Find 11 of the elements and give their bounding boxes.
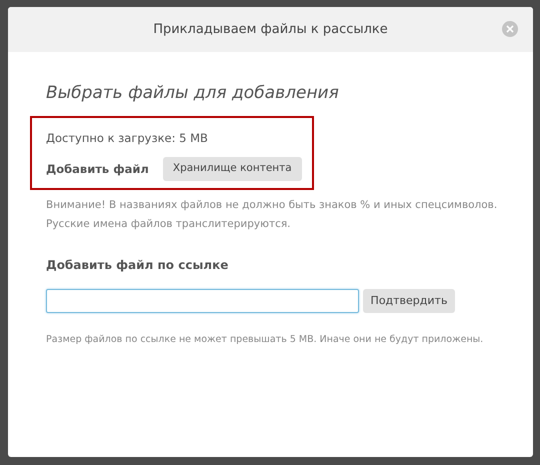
section-heading: Выбрать файлы для добавления <box>45 82 340 104</box>
warning-text: Внимание! В названиях файлов не должно быть знаков % и иных спецсимволов. Русские имена файлов транслитерируются. <box>45 198 498 232</box>
dialog-title: Прикладываем файлы к рассылке <box>153 20 388 39</box>
confirm-button[interactable]: Подтвердить <box>363 289 455 314</box>
add-file-label: Добавить файл <box>46 160 149 178</box>
content-storage-button[interactable]: Хранилище контента <box>162 157 302 182</box>
size-note-text: Размер файлов по ссылке не может превышать 5 MB. Иначе они не будут приложены. <box>45 333 484 348</box>
section-heading: Добавить файл по ссылке <box>45 257 230 274</box>
close-icon[interactable] <box>502 21 518 37</box>
upload-limit-text: Доступно к загрузке: 5 MB <box>46 130 209 147</box>
url-input-field[interactable] <box>46 289 359 314</box>
